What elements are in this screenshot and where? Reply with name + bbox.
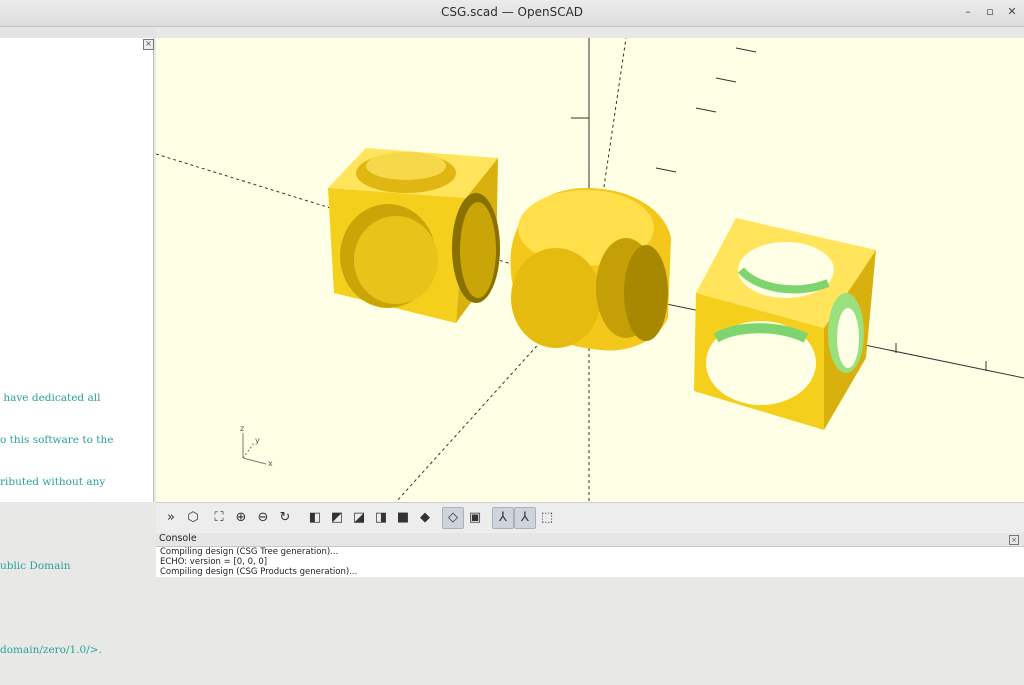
window-title: CSG.scad — OpenSCAD (440, 5, 584, 19)
render-button[interactable]: ⬡ (182, 507, 204, 529)
console-panel[interactable]: Compiling design (CSG Tree generation)..… (156, 546, 1024, 577)
view-front-button[interactable]: ■ (392, 507, 414, 529)
show-scale-button[interactable]: ⅄ (514, 507, 536, 529)
editor-line: ublic Domain (0, 560, 71, 572)
preview-button[interactable]: » (160, 507, 182, 529)
3d-viewport[interactable]: x z y (156, 38, 1024, 502)
view-back-button[interactable]: ◆ (414, 507, 436, 529)
editor-line: o this software to the (0, 434, 114, 446)
console-close-icon[interactable]: × (1009, 535, 1019, 545)
axis-y-label: y (255, 436, 260, 445)
editor-text[interactable]: have dedicated all o this software to th… (0, 363, 150, 685)
show-axes-button[interactable]: ⅄ (492, 507, 514, 529)
minimize-button[interactable]: – (960, 4, 976, 20)
editor-panel[interactable]: have dedicated all o this software to th… (0, 38, 154, 656)
view-top-button[interactable]: ◩ (326, 507, 348, 529)
editor-line: have dedicated all (0, 392, 101, 404)
show-edges-button[interactable]: ⬚ (536, 507, 558, 529)
reset-view-button[interactable]: ↻ (274, 507, 296, 529)
editor-line: domain/zero/1.0/>. (0, 644, 102, 656)
view-right-button[interactable]: ◧ (304, 507, 326, 529)
view-left-button[interactable]: ◨ (370, 507, 392, 529)
viewport-canvas[interactable]: x z y (156, 38, 1024, 502)
console-line: ECHO: version = [0, 0, 0] (160, 557, 268, 567)
editor-header (0, 27, 156, 38)
title-bar: CSG.scad — OpenSCAD – ▫ ✕ (0, 0, 1024, 27)
perspective-button[interactable]: ◇ (442, 507, 464, 529)
cube-difference (694, 218, 876, 430)
maximize-button[interactable]: ▫ (982, 4, 998, 20)
axes-indicator: x z y (240, 424, 273, 468)
console-line: Compiling design (CSG Tree generation)..… (160, 547, 339, 557)
close-button[interactable]: ✕ (1004, 4, 1020, 20)
console-title: Console (156, 533, 1024, 546)
cube-sphere-union (328, 148, 500, 323)
zoom-out-button[interactable]: ⊖ (252, 507, 274, 529)
editor-line: ributed without any (0, 476, 106, 488)
axis-z-label: z (240, 424, 244, 433)
orthogonal-button[interactable]: ▣ (464, 507, 486, 529)
view-all-button[interactable]: ⛶ (208, 507, 230, 529)
view-toolbar: » ⬡ ⛶ ⊕ ⊖ ↻ ◧ ◩ ◪ ◨ ■ ◆ ◇ ▣ ⅄ ⅄ ⬚ (156, 502, 1024, 533)
axis-x-label: x (268, 459, 273, 468)
view-bottom-button[interactable]: ◪ (348, 507, 370, 529)
editor-close-icon[interactable]: × (143, 39, 154, 50)
zoom-in-button[interactable]: ⊕ (230, 507, 252, 529)
rounded-cube-intersection (510, 188, 671, 351)
